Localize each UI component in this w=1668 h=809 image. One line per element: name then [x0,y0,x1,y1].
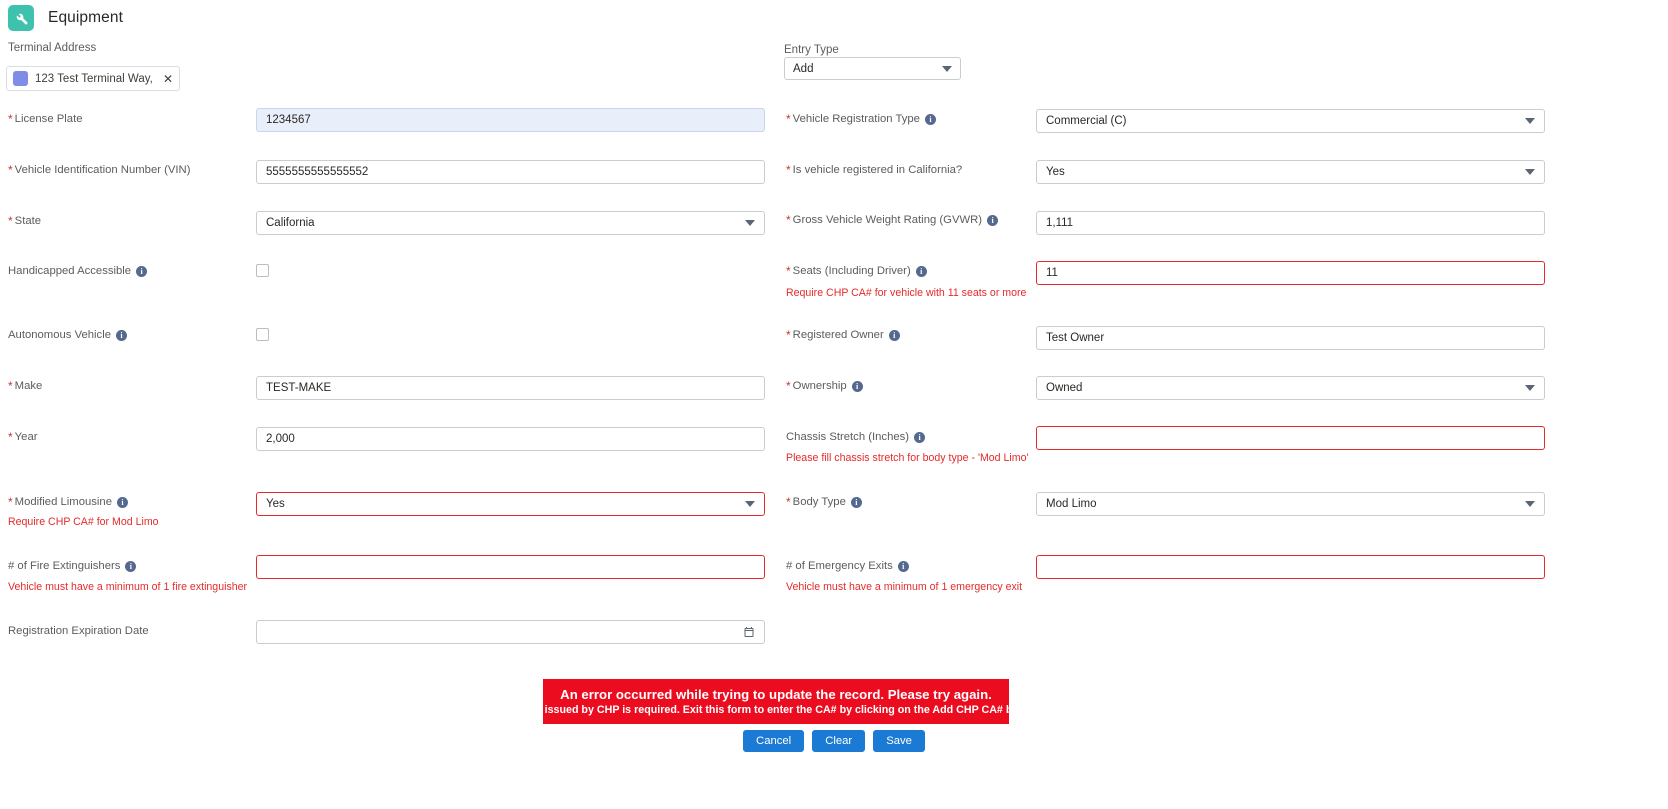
close-icon[interactable]: ✕ [163,73,173,85]
ownership-label: * Ownership i [786,380,863,392]
make-label: * Make [8,379,43,393]
info-icon[interactable]: i [850,496,862,508]
error-banner-subtitle: A CA# issued by CHP is required. Exit th… [509,704,1043,716]
entry-type-label: Entry Type [784,44,839,56]
license-plate-label: * License Plate [8,112,83,126]
body-type-label: * Body Type i [786,496,862,508]
autonomous-vehicle-label: Autonomous Vehicle i [8,329,127,341]
body-type-select[interactable]: Mod Limo [1036,492,1545,516]
entry-type-value: Add [793,62,814,75]
fire-extinguishers-label: # of Fire Extinguishers i [8,560,137,572]
info-icon[interactable]: i [924,113,936,125]
modified-limousine-error: Require CHP CA# for Mod Limo [8,516,159,528]
info-icon[interactable]: i [851,380,863,392]
chevron-down-icon [942,65,952,72]
required-marker: * [786,112,791,126]
info-icon[interactable]: i [116,329,127,341]
page-header: Equipment [0,0,123,31]
error-banner-title: An error occurred while trying to update… [560,687,992,702]
chevron-down-icon [745,220,755,226]
entry-type-select[interactable]: Add [784,57,961,80]
ownership-select[interactable]: Owned [1036,376,1545,400]
fire-extinguishers-error: Vehicle must have a minimum of 1 fire ex… [8,581,248,593]
chassis-stretch-input[interactable] [1036,426,1545,450]
info-icon[interactable]: i [125,560,137,572]
emergency-exits-input[interactable] [1036,555,1545,579]
equipment-form-page: Equipment Terminal Address 123 Test Term… [0,0,1668,809]
terminal-address-value: 123 Test Terminal Way, San Fran [35,72,156,85]
chassis-stretch-error: Please fill chassis stretch for body typ… [786,452,1029,464]
info-icon[interactable]: i [117,496,129,508]
required-marker: * [8,379,13,393]
seats-error: Require CHP CA# for vehicle with 11 seat… [786,287,1027,299]
chevron-down-icon [1525,385,1535,391]
vin-input[interactable]: 5555555555555552 [256,160,765,184]
wrench-icon [8,5,34,31]
required-marker: * [8,430,13,444]
seats-input[interactable]: 11 [1036,261,1545,285]
registration-expiration-label: Registration Expiration Date [8,625,149,637]
registered-owner-input[interactable]: Test Owner [1036,326,1545,350]
cancel-button[interactable]: Cancel [743,730,805,752]
autonomous-vehicle-checkbox[interactable] [256,328,269,341]
year-label: * Year [8,430,38,444]
year-input[interactable]: 2,000 [256,427,765,451]
gvwr-label: * Gross Vehicle Weight Rating (GVWR) i [786,213,999,227]
save-button[interactable]: Save [873,730,925,752]
calendar-icon[interactable] [742,626,755,639]
vehicle-registration-type-select[interactable]: Commercial (C) [1036,109,1545,133]
emergency-exits-label: # of Emergency Exits i [786,560,909,572]
required-marker: * [786,328,791,342]
required-marker: * [786,495,791,509]
vin-label: * Vehicle Identification Number (VIN) [8,163,191,177]
required-marker: * [786,163,791,177]
gvwr-input[interactable]: 1,111 [1036,211,1545,235]
seats-label: * Seats (Including Driver) i [786,265,927,277]
registration-expiration-input[interactable] [256,620,765,644]
info-icon[interactable]: i [897,560,909,572]
terminal-address-label: Terminal Address [8,42,97,54]
info-icon[interactable]: i [987,214,999,226]
registered-in-california-label: * Is vehicle registered in California? [786,163,963,177]
modified-limousine-label: * Modified Limousine i [8,495,129,509]
vehicle-registration-type-label: * Vehicle Registration Type i [786,113,936,125]
form-footer: Cancel Clear Save [0,730,1668,752]
chassis-stretch-label: Chassis Stretch (Inches) i [786,431,926,443]
chevron-down-icon [1525,169,1535,175]
required-marker: * [8,495,13,509]
required-marker: * [786,379,791,393]
error-banner: An error occurred while trying to update… [510,679,1042,724]
required-marker: * [786,213,791,227]
chevron-down-icon [1525,118,1535,124]
registered-owner-label: * Registered Owner i [786,329,900,341]
terminal-address-pill[interactable]: 123 Test Terminal Way, San Fran ✕ [6,66,180,91]
required-marker: * [786,264,791,278]
handicapped-accessible-checkbox[interactable] [256,264,269,277]
modified-limousine-select[interactable]: Yes [256,492,765,516]
required-marker: * [8,163,13,177]
info-icon[interactable]: i [136,265,148,277]
required-marker: * [8,112,13,126]
info-icon[interactable]: i [914,431,926,443]
fire-extinguishers-input[interactable] [256,555,765,579]
info-icon[interactable]: i [888,329,900,341]
chevron-down-icon [745,501,755,507]
handicapped-accessible-label: Handicapped Accessible i [8,265,148,277]
terminal-avatar [13,71,28,86]
state-label: * State [8,214,42,228]
state-select[interactable]: California [256,211,765,235]
clear-button[interactable]: Clear [812,730,866,752]
info-icon[interactable]: i [915,265,927,277]
chevron-down-icon [1525,501,1535,507]
make-input[interactable]: TEST-MAKE [256,376,765,400]
license-plate-input[interactable]: 1234567 [256,108,765,132]
required-marker: * [8,214,13,228]
emergency-exits-error: Vehicle must have a minimum of 1 emergen… [786,581,1023,593]
registered-in-california-select[interactable]: Yes [1036,160,1545,184]
page-title: Equipment [48,9,124,26]
